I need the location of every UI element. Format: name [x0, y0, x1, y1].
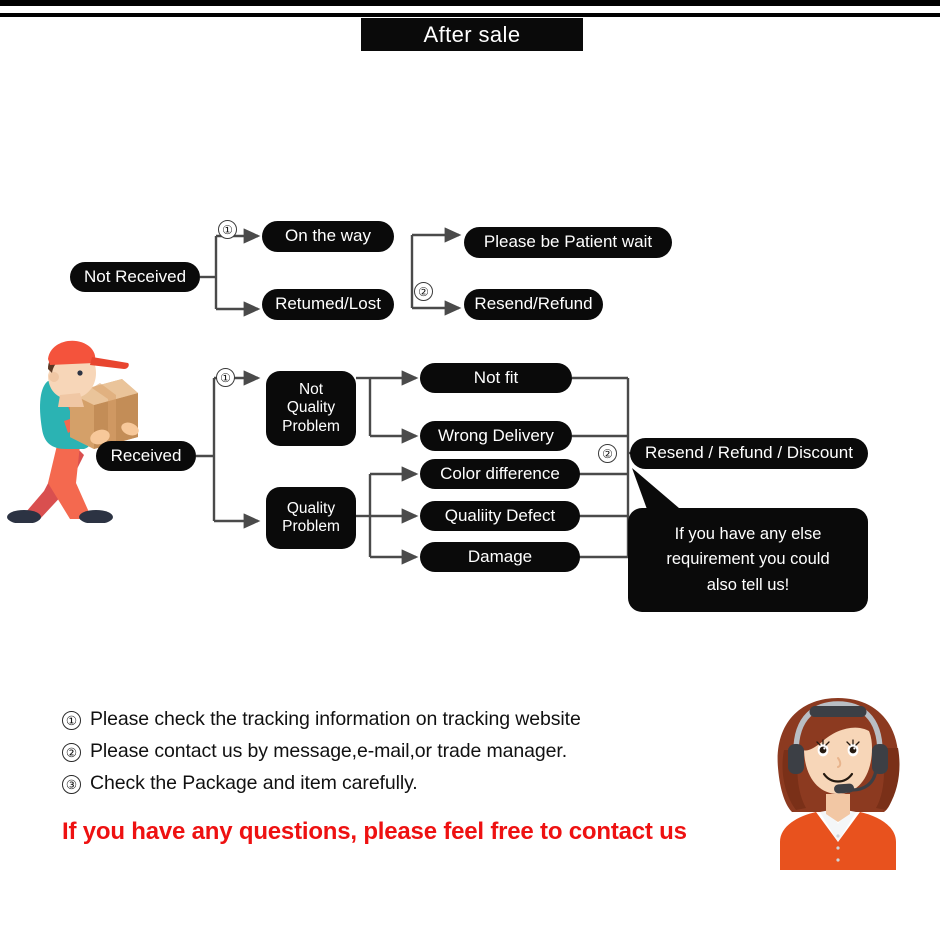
bubble-line: If you have any else [674, 524, 822, 543]
flow-node-label: Received [110, 445, 182, 465]
delivery-person-icon [7, 340, 139, 523]
flow-node-label: Damage [467, 546, 533, 566]
flow-node-not-quality-problem[interactable]: Not Quality Problem [266, 371, 356, 446]
flow-node-received[interactable]: Received [96, 441, 196, 471]
marker-2-top: ② [414, 282, 433, 301]
note-text: Check the Package and item carefully. [90, 772, 418, 794]
top-rule-thick [0, 0, 940, 6]
list-item: ③ Check the Package and item carefully. [62, 772, 722, 795]
list-item: ② Please contact us by message,e-mail,or… [62, 740, 722, 763]
top-rule-thin [0, 13, 940, 17]
flow-node-label: Resend / Refund / Discount [645, 443, 853, 463]
flow-node-damage[interactable]: Damage [420, 542, 580, 572]
flow-node-label: Not Received [83, 266, 187, 286]
flow-node-wrong-delivery[interactable]: Wrong Delivery [420, 421, 572, 451]
flow-node-label: Resend/Refund [474, 294, 593, 314]
flow-node-label: Wrong Delivery [438, 425, 554, 445]
note-text: Please contact us by message,e-mail,or t… [90, 740, 568, 762]
flow-node-label-line: Quality [286, 499, 336, 517]
page-title-plate: After sale [361, 18, 583, 51]
note-number: ② [62, 743, 81, 762]
list-item: ① Please check the tracking information … [62, 708, 722, 731]
flow-node-not-received[interactable]: Not Received [70, 262, 200, 292]
flow-node-label: Not fit [473, 367, 519, 387]
bubble-line: also tell us! [706, 575, 790, 594]
flow-node-label-line: Problem [282, 417, 340, 435]
marker-label: ② [602, 446, 613, 461]
flow-node-label-line: Quality [286, 399, 336, 417]
note-text: Please check the tracking information on… [90, 708, 581, 730]
marker-2-bottom: ② [598, 444, 617, 463]
marker-label: ① [222, 222, 233, 237]
flow-node-color-difference[interactable]: Color difference [420, 459, 580, 489]
flow-node-label: Retumed/Lost [275, 294, 381, 314]
page-title: After sale [423, 21, 521, 47]
flow-node-resend-refund-discount[interactable]: Resend / Refund / Discount [630, 438, 868, 469]
flow-node-resend-refund[interactable]: Resend/Refund [464, 289, 603, 320]
customer-service-agent-icon [777, 698, 900, 870]
marker-label: ① [220, 370, 231, 385]
marker-1-bottom: ① [216, 368, 235, 387]
marker-label: ② [418, 284, 429, 299]
after-sale-infographic: After sale Not Received ① On the way Ret… [0, 0, 940, 926]
flow-node-not-fit[interactable]: Not fit [420, 363, 572, 393]
flow-node-label: Please be Patient wait [483, 232, 653, 252]
flow-node-quality-problem[interactable]: Quality Problem [266, 487, 356, 549]
contact-cta: If you have any questions, please feel f… [62, 818, 687, 845]
bubble-line: requirement you could [666, 550, 830, 569]
flow-node-label: Qualiity Defect [444, 505, 556, 525]
flow-node-on-the-way[interactable]: On the way [262, 221, 394, 252]
flow-node-qualiity-defect[interactable]: Qualiity Defect [420, 501, 580, 531]
notes-list: ① Please check the tracking information … [62, 708, 722, 804]
flow-node-label-line: Problem [282, 518, 340, 535]
note-number: ③ [62, 775, 81, 794]
flow-node-please-be-patient-wait[interactable]: Please be Patient wait [464, 227, 672, 258]
flow-node-label: Color difference [440, 463, 560, 483]
speech-bubble: If you have any else requirement you cou… [628, 508, 868, 612]
flow-node-returned-lost[interactable]: Retumed/Lost [262, 289, 394, 320]
flow-node-label-line: Not [298, 381, 324, 399]
marker-1-top: ① [218, 220, 237, 239]
flow-node-label: On the way [285, 226, 371, 246]
note-number: ① [62, 711, 81, 730]
